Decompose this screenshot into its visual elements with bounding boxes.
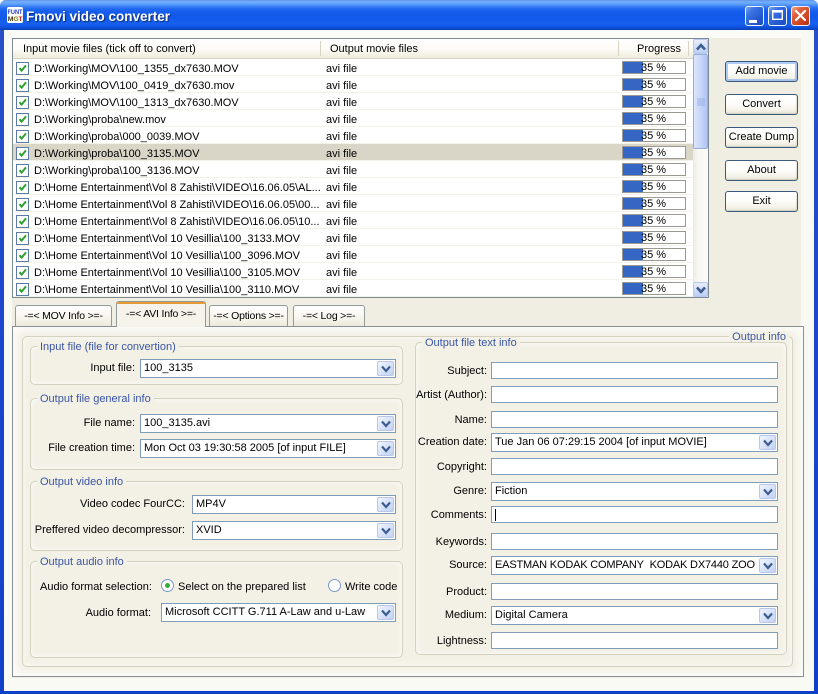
svg-text:FUNT: FUNT — [8, 9, 23, 16]
svg-text:T: T — [18, 16, 23, 23]
